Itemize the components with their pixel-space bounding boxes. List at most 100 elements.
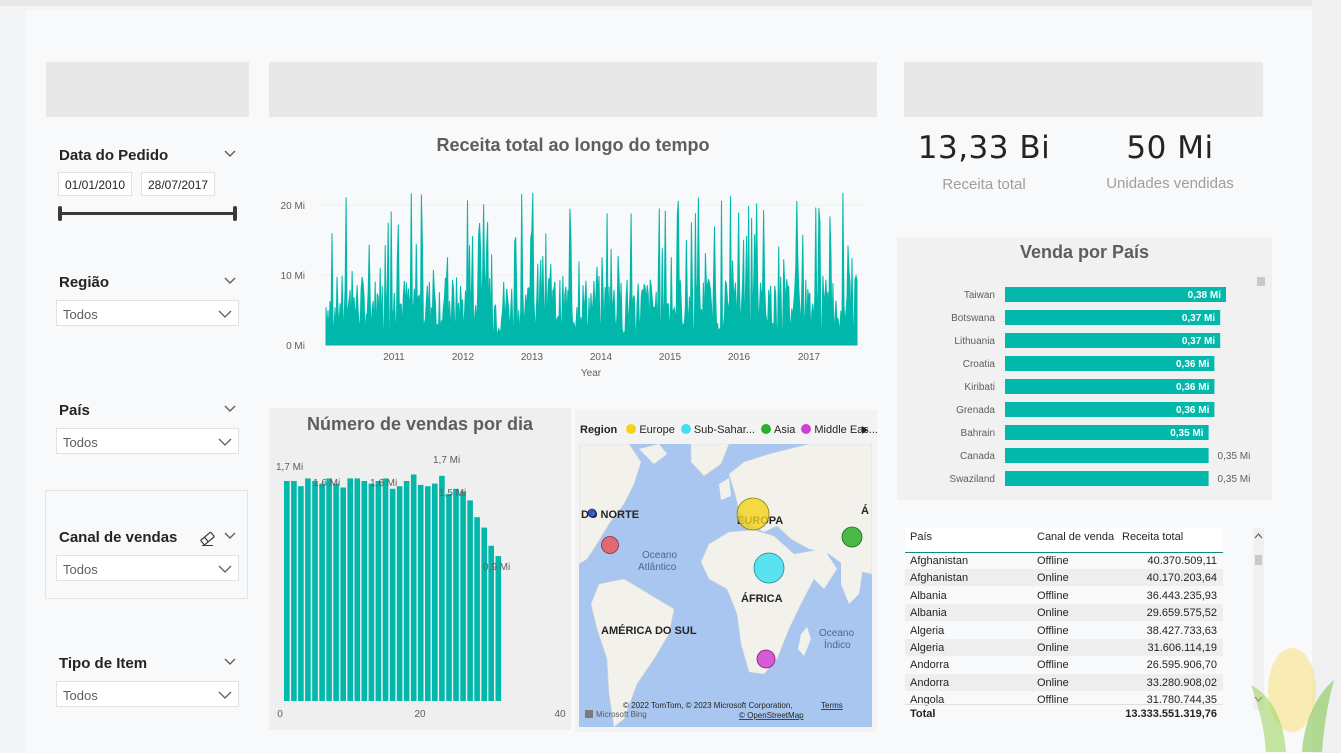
- daily-bar[interactable]: [382, 478, 389, 701]
- cell-canal: Online: [1037, 676, 1069, 689]
- x-tick-label: 2014: [590, 352, 613, 363]
- daily-bar[interactable]: [326, 478, 332, 701]
- table-row[interactable]: Afghanistan Online 40.170.203,64: [905, 569, 1223, 587]
- daily-bar[interactable]: [432, 483, 438, 701]
- daily-bar[interactable]: [333, 483, 339, 701]
- daily-bar[interactable]: [389, 488, 396, 701]
- country-bar[interactable]: [1005, 448, 1209, 463]
- daily-bar[interactable]: [305, 478, 311, 701]
- map-legend: Region Europe Sub-Sahar... Asia Middle Eas.…: [580, 424, 878, 436]
- bubble-north-america[interactable]: [601, 536, 619, 554]
- country-chart-scrollbar[interactable]: [1256, 275, 1266, 485]
- country-axis-label: Swaziland: [949, 474, 995, 485]
- daily-bar[interactable]: [474, 517, 480, 701]
- country-axis-label: Canada: [960, 451, 995, 462]
- date-start-input[interactable]: 01/01/2010: [58, 172, 133, 196]
- bubble-middle-east[interactable]: [756, 649, 776, 669]
- daily-bar[interactable]: [453, 488, 459, 701]
- bubble-asia[interactable]: [841, 526, 863, 548]
- chevron-down-icon[interactable]: [223, 528, 237, 542]
- daily-bar[interactable]: [354, 478, 361, 701]
- cell-canal: Online: [1037, 642, 1069, 654]
- daily-bar[interactable]: [439, 475, 445, 701]
- x-tick-label: 40: [554, 709, 566, 720]
- scroll-thumb[interactable]: [1255, 555, 1262, 565]
- daily-bar[interactable]: [403, 481, 410, 701]
- daily-bar[interactable]: [495, 556, 502, 701]
- map-terms-link[interactable]: Terms: [821, 701, 843, 710]
- cell-canal: Online: [1037, 572, 1069, 585]
- scroll-up-arrow-icon[interactable]: [1254, 532, 1263, 539]
- chevron-down-icon[interactable]: [223, 401, 237, 415]
- daily-bar[interactable]: [291, 481, 297, 701]
- date-range-slider[interactable]: [60, 212, 235, 215]
- map-legend-item[interactable]: Sub-Sahar...: [680, 424, 755, 436]
- daily-bar[interactable]: [368, 483, 375, 701]
- daily-bar[interactable]: [347, 478, 353, 701]
- daily-bar[interactable]: [425, 486, 431, 701]
- chevron-down-icon[interactable]: [223, 654, 237, 668]
- table-row[interactable]: Andorra Offline 26.595.906,70: [905, 656, 1223, 673]
- bubble-europe[interactable]: [736, 497, 770, 531]
- cell-receita: 36.443.235,93: [1146, 589, 1217, 602]
- world-map[interactable]: DO NORTE EUROPA ÁFRICA AMÉRICA DO SUL Á …: [579, 444, 872, 727]
- daily-bar[interactable]: [340, 487, 346, 702]
- table-row[interactable]: Afghanistan Offline 40.370.509,11: [905, 552, 1223, 569]
- canal-dropdown[interactable]: Todos: [56, 555, 239, 581]
- daily-bar[interactable]: [410, 474, 417, 702]
- column-header-canal[interactable]: Canal de venda: [1037, 531, 1114, 543]
- legend-dot-icon: [626, 424, 637, 434]
- revenue-series-line: [325, 192, 858, 346]
- daily-bar[interactable]: [467, 500, 473, 701]
- bubble-australia-oceania[interactable]: [587, 508, 597, 518]
- daily-bar[interactable]: [298, 486, 304, 701]
- tipo-item-dropdown-value: Todos: [63, 688, 98, 703]
- daily-bar[interactable]: [460, 491, 466, 701]
- slider-handle-end[interactable]: [233, 206, 237, 221]
- column-header-pais[interactable]: País: [910, 531, 932, 543]
- country-bar-chart[interactable]: Taiwan 0,38 Mi Botswana 0,37 Mi Lithuania 0,3…: [897, 277, 1272, 497]
- table-row[interactable]: Algeria Online 31.606.114,19: [905, 639, 1223, 656]
- regiao-dropdown[interactable]: Todos: [56, 300, 239, 326]
- cell-receita: 40.370.509,11: [1147, 555, 1217, 567]
- chevron-down-icon[interactable]: [223, 146, 237, 160]
- cell-receita: 26.595.906,70: [1146, 659, 1217, 672]
- map-osm-link[interactable]: © OpenStreetMap: [739, 711, 804, 720]
- table-row[interactable]: Albania Offline 36.443.235,93: [905, 587, 1223, 604]
- region-map-card[interactable]: Region Europe Sub-Sahar... Asia Middle Eas.…: [575, 410, 878, 732]
- tipo-item-dropdown[interactable]: Todos: [56, 681, 239, 707]
- table-row[interactable]: Albania Online 29.659.575,52: [905, 604, 1223, 622]
- legend-next-arrow-icon[interactable]: [861, 425, 869, 435]
- kpi-receita-value: 13,33 Bi: [917, 130, 1051, 166]
- chevron-down-icon[interactable]: [223, 273, 237, 287]
- daily-bar[interactable]: [319, 483, 325, 701]
- country-bar[interactable]: [1005, 471, 1209, 486]
- table-row[interactable]: Algeria Offline 38.427.733,63: [905, 622, 1223, 639]
- table-row[interactable]: Andorra Online 33.280.908,02: [905, 673, 1223, 691]
- column-header-receita[interactable]: Receita total: [1122, 531, 1183, 543]
- daily-bar[interactable]: [312, 481, 318, 701]
- daily-bar[interactable]: [361, 481, 368, 701]
- eraser-icon[interactable]: [199, 530, 216, 547]
- map-legend-item[interactable]: Asia: [760, 424, 795, 436]
- cell-pais: Albania: [910, 589, 947, 602]
- daily-bar[interactable]: [284, 481, 290, 701]
- scroll-thumb[interactable]: [1257, 277, 1265, 286]
- daily-bar[interactable]: [396, 486, 403, 701]
- pais-dropdown[interactable]: Todos: [56, 428, 239, 454]
- bubble-sub-saharan-africa[interactable]: [753, 552, 785, 584]
- daily-sales-bar-chart[interactable]: 1,7 Mi 1,6 Mi 1,6 Mi 1,7 Mi 1,5 Mi 0,9 Mi 0 20 4…: [269, 408, 571, 730]
- country-bar-data-label: 0,35 Mi: [1218, 451, 1251, 462]
- corn-logo-icon: [1251, 648, 1334, 752]
- revenue-line-chart[interactable]: 20 Mi 10 Mi 0 Mi 2011 2012 2013 2014 201…: [269, 160, 877, 385]
- daily-bar[interactable]: [417, 484, 424, 701]
- country-bar-data-label: 0,38 Mi: [1188, 290, 1222, 301]
- daily-bar[interactable]: [375, 481, 382, 701]
- x-tick-label: 2013: [521, 352, 544, 363]
- date-end-input[interactable]: 28/07/2017: [141, 172, 216, 196]
- country-axis-label: Bahrain: [961, 428, 995, 439]
- daily-bar[interactable]: [481, 527, 487, 701]
- daily-bar[interactable]: [446, 493, 452, 701]
- slider-handle-start[interactable]: [58, 206, 62, 221]
- map-legend-item[interactable]: Europe: [626, 424, 675, 436]
